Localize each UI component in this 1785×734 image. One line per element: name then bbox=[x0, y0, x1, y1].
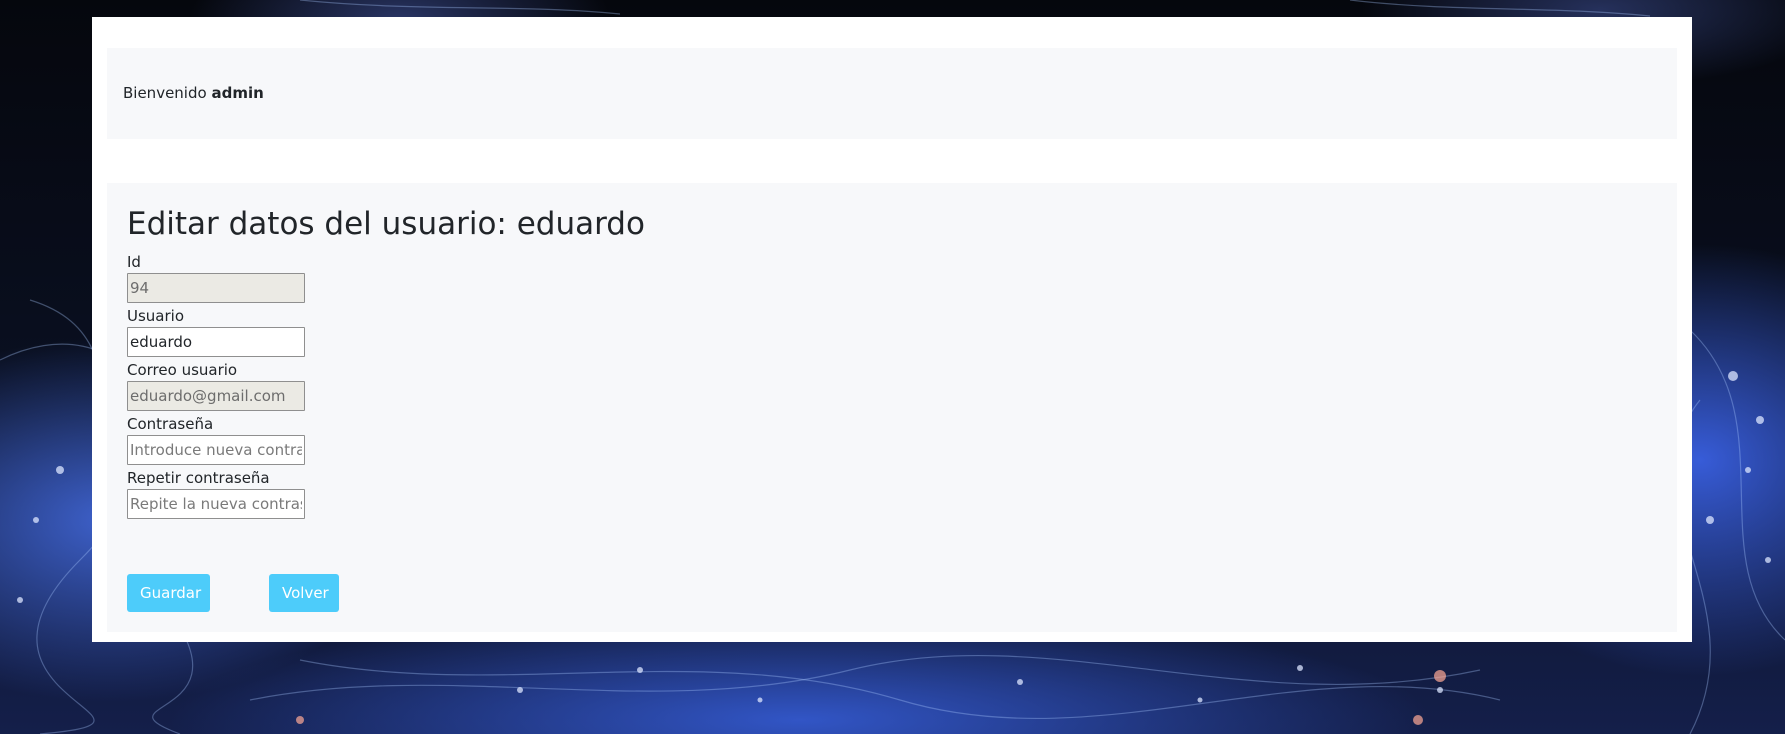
username-field[interactable] bbox=[127, 327, 305, 357]
username-label: Usuario bbox=[127, 307, 185, 325]
welcome-prefix: Bienvenido bbox=[123, 84, 207, 102]
edit-user-panel: Editar datos del usuario: eduardo Id Usu… bbox=[107, 183, 1677, 632]
page-title: Editar datos del usuario: eduardo bbox=[127, 206, 645, 242]
id-label: Id bbox=[127, 253, 141, 271]
password-label: Contraseña bbox=[127, 415, 214, 433]
repeat-password-field[interactable] bbox=[127, 489, 305, 519]
repeat-password-label: Repetir contraseña bbox=[127, 469, 270, 487]
save-button[interactable]: Guardar bbox=[127, 574, 210, 612]
logged-in-username: admin bbox=[211, 84, 264, 102]
back-button[interactable]: Volver bbox=[269, 574, 339, 612]
password-field[interactable] bbox=[127, 435, 305, 465]
welcome-message: Bienvenido admin bbox=[123, 48, 264, 139]
email-label: Correo usuario bbox=[127, 361, 238, 379]
email-field[interactable] bbox=[127, 381, 305, 411]
welcome-bar: Bienvenido admin bbox=[107, 48, 1677, 139]
id-field[interactable] bbox=[127, 273, 305, 303]
main-container: Bienvenido admin Editar datos del usuari… bbox=[92, 17, 1692, 642]
